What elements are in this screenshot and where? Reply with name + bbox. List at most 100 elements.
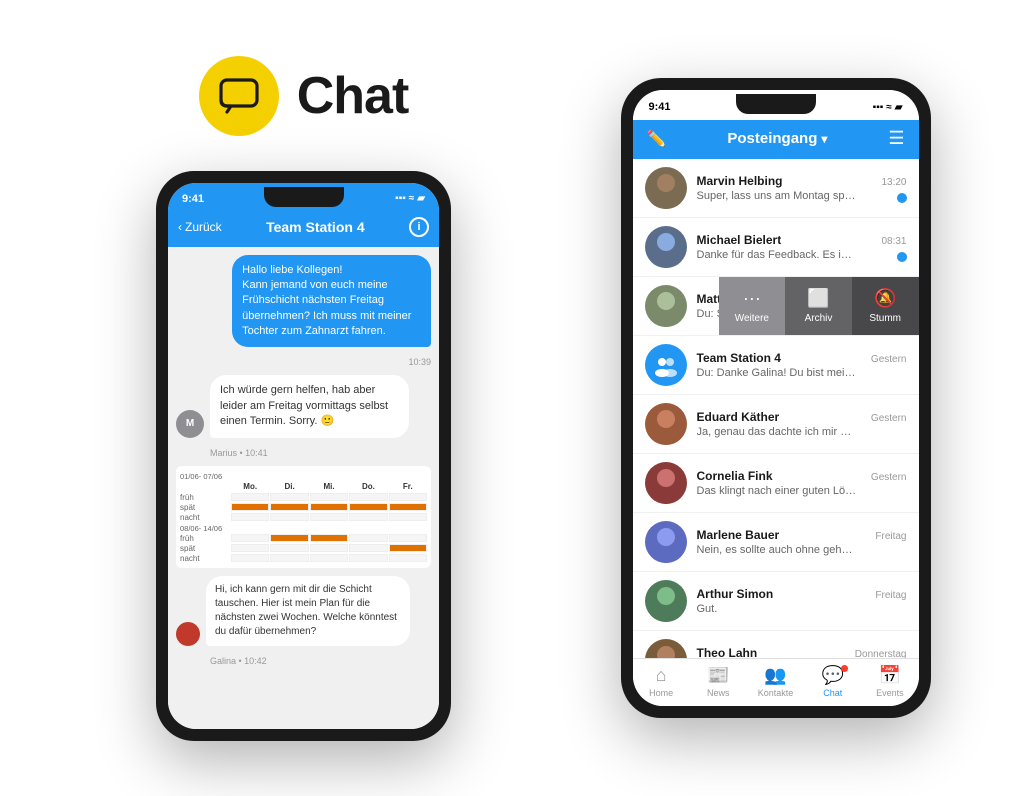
contact-info-cornelia: Cornelia Fink Gestern Das klingt nach ei… <box>697 469 907 497</box>
row-spat-2: spät <box>180 544 427 553</box>
contact-info-marvin: Marvin Helbing 13:20 Super, lass uns am … <box>697 174 907 202</box>
contact-preview-arthur: Gut. <box>697 603 857 615</box>
contact-item-matthias[interactable]: Matthias Helmu... 01:00 Du: Schön! ··· W… <box>633 277 919 336</box>
contact-top-teamstation: Team Station 4 Gestern <box>697 351 907 365</box>
contact-preview-michael: Danke für das Feedback. Es ist gut, zu h… <box>697 249 857 261</box>
contact-info-theo: Theo Lahn Donnerstag Ich gehe davon aus,… <box>697 646 907 658</box>
cell-spat-fr-1 <box>389 503 427 511</box>
label-nacht-1: nacht <box>180 513 230 522</box>
right-phone: 9:41 ▪▪▪ ≈ ▰ ✏️ Posteingang ▾ ☰ <box>621 78 931 718</box>
nav-chat[interactable]: 💬 Chat <box>804 665 861 698</box>
chat-header-right: ✏️ Posteingang ▾ ☰ <box>633 120 919 159</box>
contact-time-teamstation: Gestern <box>871 354 907 365</box>
cell-fruh-mo-1 <box>231 493 269 501</box>
label-nacht-2: nacht <box>180 554 230 563</box>
cell-nacht-mo-2 <box>231 554 269 562</box>
contact-time-marvin: 13:20 <box>881 177 906 188</box>
nav-home[interactable]: ⌂ Home <box>633 665 690 698</box>
contact-info-arthur: Arthur Simon Freitag Gut. <box>697 587 907 615</box>
compose-icon[interactable]: ✏️ <box>647 129 667 149</box>
chevron-left-icon: ‹ <box>178 220 182 234</box>
nav-news[interactable]: 📰 News <box>690 665 747 698</box>
nav-events[interactable]: 📅 Events <box>861 665 918 698</box>
swipe-mute-button[interactable]: 🔕 Stumm <box>852 277 919 335</box>
message-wrapper-marius: M Ich würde gern helfen, hab aber leider… <box>176 375 431 437</box>
unread-dot-michael <box>897 252 907 262</box>
cell-nacht-mi-2 <box>310 554 348 562</box>
avatar-marvin <box>645 167 687 209</box>
more-dots-icon: ··· <box>743 288 761 309</box>
signal-icon-right: ▪▪▪ <box>873 102 884 113</box>
contact-top-theo: Theo Lahn Donnerstag <box>697 646 907 658</box>
avatar-teamstation <box>645 344 687 386</box>
left-section: Chat 9:41 ▪▪▪ ≈ ▰ ‹ <box>94 56 514 741</box>
message-bubble-galina: Hi, ich kann gern mit dir die Schicht ta… <box>206 576 410 646</box>
menu-icon[interactable]: ☰ <box>888 128 904 149</box>
contact-item-eduard[interactable]: Eduard Käther Gestern Ja, genau das dach… <box>633 395 919 454</box>
inbox-label: Posteingang <box>727 130 817 147</box>
message-bubble-right-1: Hallo liebe Kollegen!Kann jemand von euc… <box>232 255 431 348</box>
schedule-table: 01/06- 07/06 Mo. Di. Mi. Do. Fr. früh <box>176 466 431 568</box>
info-button[interactable]: i <box>409 217 429 237</box>
contact-time-michael: 08:31 <box>881 236 906 247</box>
chat-badge-dot <box>841 665 848 672</box>
cell-fruh-di-1 <box>270 493 308 501</box>
contact-name-teamstation: Team Station 4 <box>697 351 781 365</box>
avatar-marlene <box>645 521 687 563</box>
contact-item-teamstation[interactable]: Team Station 4 Gestern Du: Danke Galina!… <box>633 336 919 395</box>
contact-name-marlene: Marlene Bauer <box>697 528 780 542</box>
cell-spat-di-2 <box>270 544 308 552</box>
nav-news-label: News <box>707 688 730 698</box>
bottom-nav: ⌂ Home 📰 News 👥 Kontakte 💬 <box>633 658 919 706</box>
chat-messages: Hallo liebe Kollegen!Kann jemand von euc… <box>168 247 439 729</box>
back-button[interactable]: ‹ Zurück <box>178 220 222 234</box>
contact-top-marvin: Marvin Helbing 13:20 <box>697 174 907 188</box>
cell-nacht-di-1 <box>270 513 308 521</box>
message-text-marius: Ich würde gern helfen, hab aber leider a… <box>220 384 388 427</box>
contact-item-cornelia[interactable]: Cornelia Fink Gestern Das klingt nach ei… <box>633 454 919 513</box>
archive-label: Archiv <box>805 313 833 324</box>
phone-notch-right <box>736 94 816 114</box>
avatar-theo <box>645 639 687 658</box>
label-spat-1: spät <box>180 503 230 512</box>
left-phone: 9:41 ▪▪▪ ≈ ▰ ‹ Zurück Team Station 4 i <box>156 171 451 741</box>
status-time-right: 9:41 <box>649 101 671 113</box>
contact-info-eduard: Eduard Käther Gestern Ja, genau das dach… <box>697 410 907 438</box>
logo-circle <box>199 56 279 136</box>
contact-preview-cornelia: Das klingt nach einer guten Lösung. Was … <box>697 485 857 497</box>
message-bubble-marius: Ich würde gern helfen, hab aber leider a… <box>210 375 409 437</box>
contact-top-cornelia: Cornelia Fink Gestern <box>697 469 907 483</box>
cell-nacht-mi-1 <box>310 513 348 521</box>
contact-item-marvin[interactable]: Marvin Helbing 13:20 Super, lass uns am … <box>633 159 919 218</box>
contact-item-marlene[interactable]: Marlene Bauer Freitag Nein, es sollte au… <box>633 513 919 572</box>
swipe-archive-button[interactable]: ⬜ Archiv <box>785 277 852 335</box>
back-label: Zurück <box>185 220 222 234</box>
nav-home-label: Home <box>649 688 673 698</box>
cell-nacht-fr-1 <box>389 513 427 521</box>
avatar-eduard <box>645 403 687 445</box>
schedule-header: Mo. Di. Mi. Do. Fr. <box>180 482 427 491</box>
contact-info-teamstation: Team Station 4 Gestern Du: Danke Galina!… <box>697 351 907 379</box>
avatar-cornelia <box>645 462 687 504</box>
contact-item-arthur[interactable]: Arthur Simon Freitag Gut. <box>633 572 919 631</box>
cell-fruh-mi-1 <box>310 493 348 501</box>
sender-time-galina: Galina • 10:42 <box>210 656 431 666</box>
header-fr: Fr. <box>389 482 427 491</box>
contact-item-theo[interactable]: Theo Lahn Donnerstag Ich gehe davon aus,… <box>633 631 919 658</box>
nav-kontakte[interactable]: 👥 Kontakte <box>747 665 804 698</box>
contact-item-michael[interactable]: Michael Bielert 08:31 Danke für das Feed… <box>633 218 919 277</box>
cell-spat-fr-2 <box>389 544 427 552</box>
avatar-marius: M <box>176 410 204 438</box>
week-1-label: 01/06- 07/06 <box>180 472 427 481</box>
contact-name-marvin: Marvin Helbing <box>697 174 783 188</box>
cell-spat-mo-2 <box>231 544 269 552</box>
cell-fruh-do-1 <box>349 493 387 501</box>
contact-top-marlene: Marlene Bauer Freitag <box>697 528 907 542</box>
swipe-more-button[interactable]: ··· Weitere <box>719 277 786 335</box>
row-fruh-1: früh <box>180 493 427 502</box>
contact-preview-marvin: Super, lass uns am Montag sprechen. <box>697 190 857 202</box>
status-icons-right: ▪▪▪ ≈ ▰ <box>873 102 903 113</box>
row-fruh-2: früh <box>180 534 427 543</box>
sender-time-marius: Marius • 10:41 <box>210 448 431 458</box>
phone-screen-left: 9:41 ▪▪▪ ≈ ▰ ‹ Zurück Team Station 4 i <box>168 183 439 729</box>
